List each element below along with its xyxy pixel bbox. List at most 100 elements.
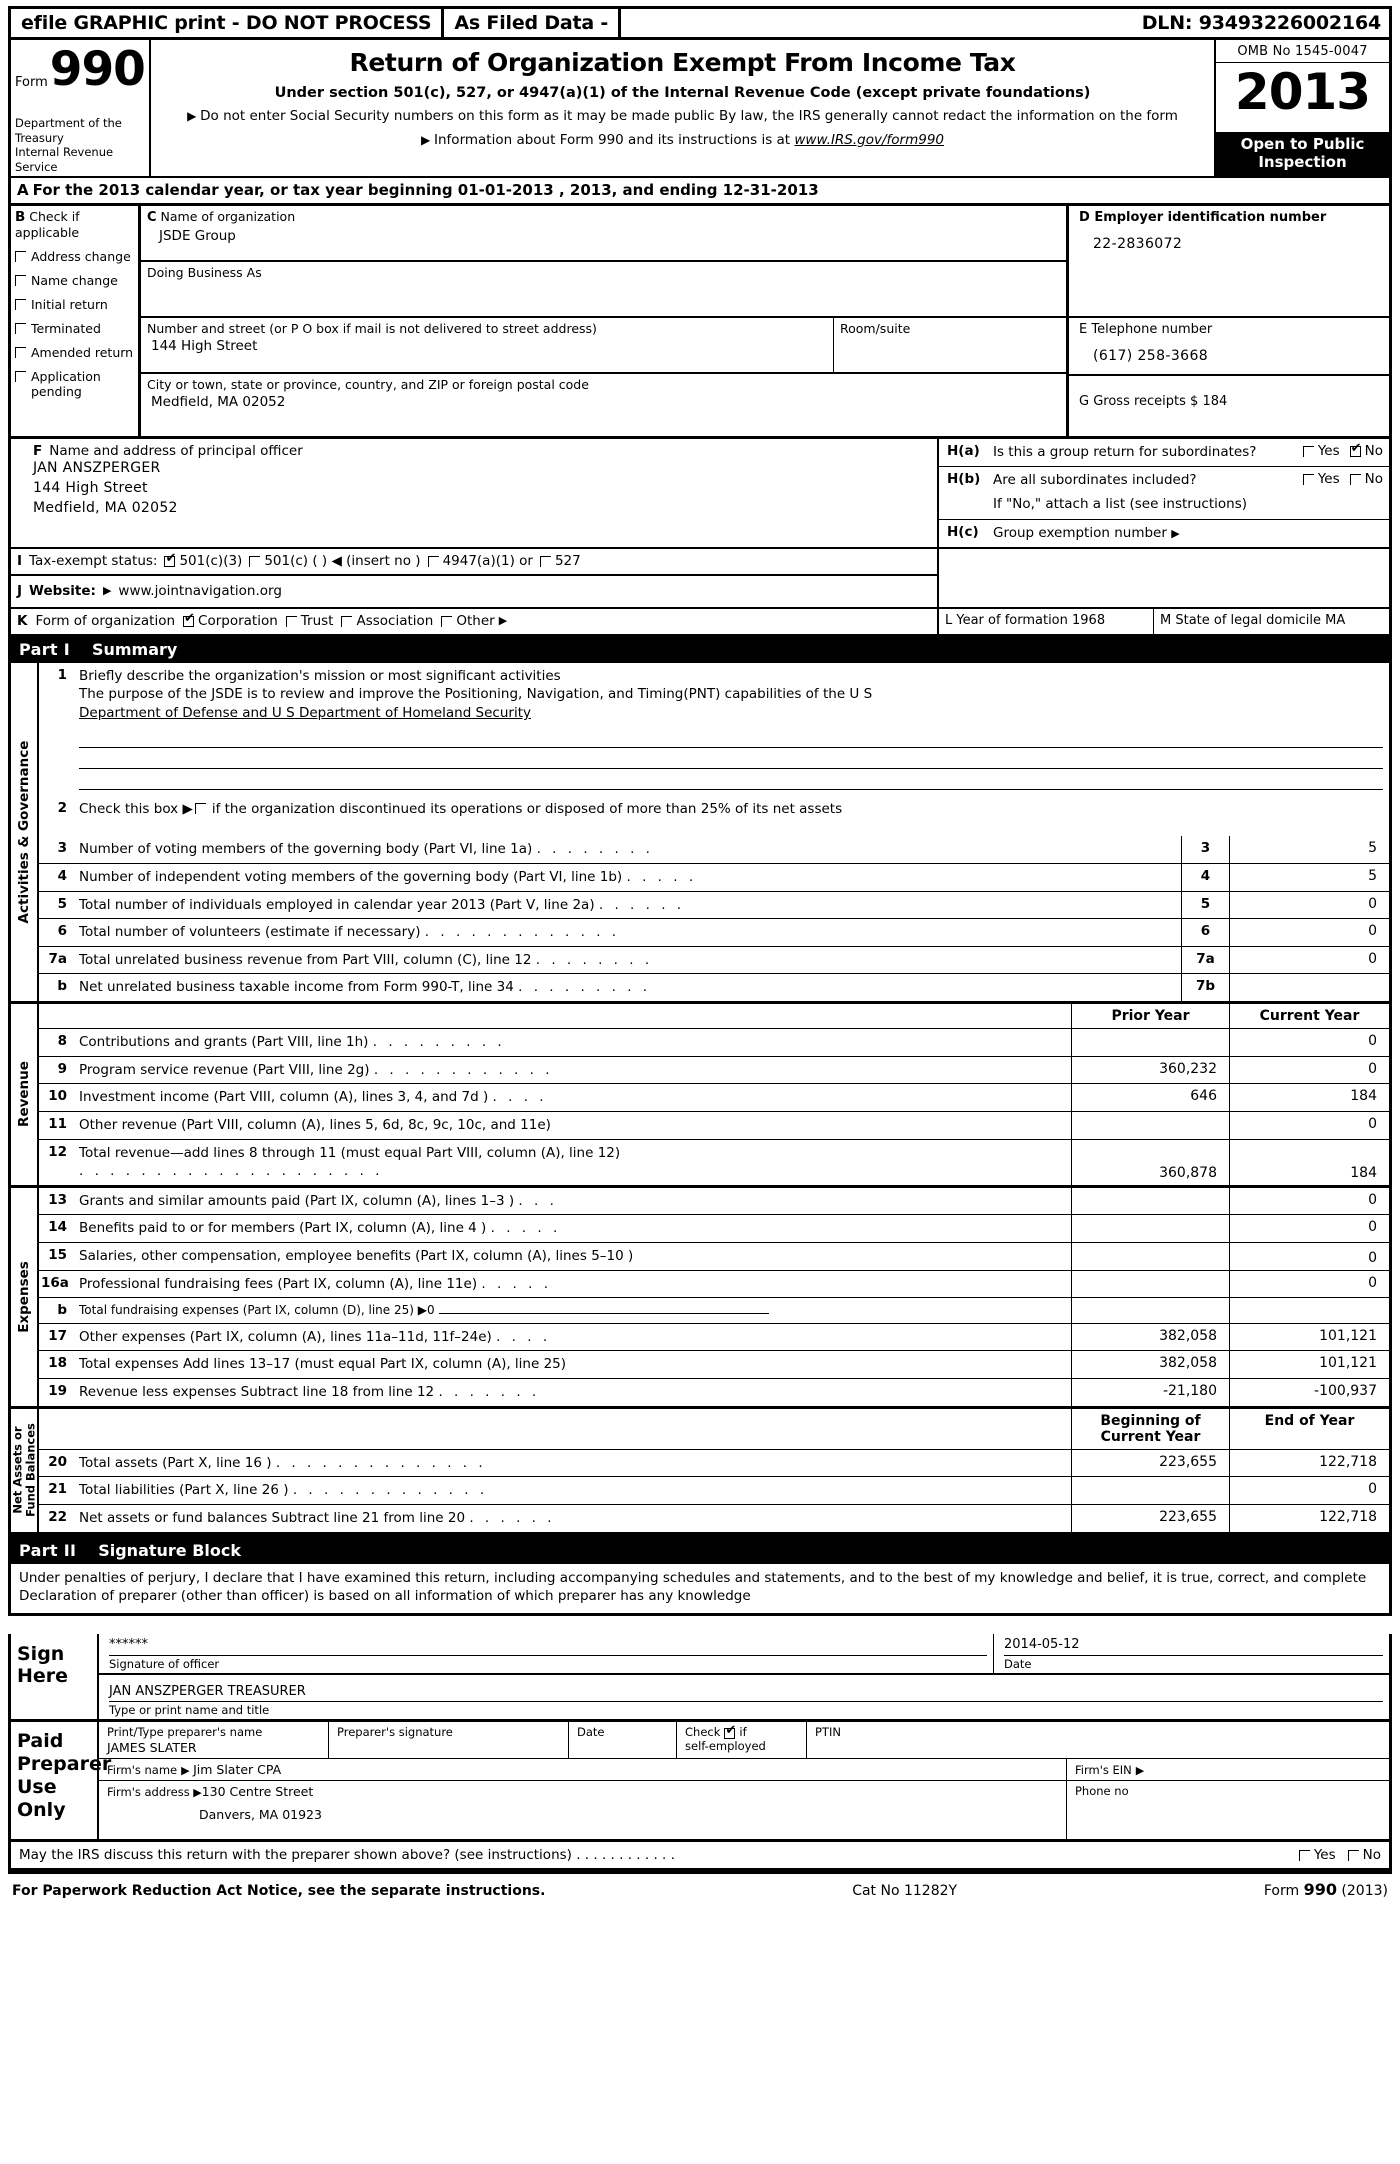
line-9-current[interactable]: 0 <box>1229 1056 1389 1084</box>
checkbox-icon[interactable] <box>341 616 353 628</box>
checkbox-checked-icon[interactable] <box>724 1724 736 1739</box>
checkbox-icon[interactable] <box>1347 1850 1359 1862</box>
line-10-prior[interactable]: 646 <box>1071 1084 1229 1111</box>
checkbox-application-pending[interactable]: Application pending <box>15 369 134 399</box>
line-3-value[interactable]: 5 <box>1229 836 1389 863</box>
status-option-501c[interactable]: 501(c) ( ) ◀ (insert no ) <box>249 553 421 569</box>
checkbox-icon[interactable] <box>15 298 26 310</box>
line-7a-value[interactable]: 0 <box>1229 946 1389 974</box>
website-value[interactable]: www.jointnavigation.org <box>118 583 282 599</box>
checkbox-icon[interactable] <box>1302 445 1314 457</box>
checkbox-address-change[interactable]: Address change <box>15 249 134 264</box>
line-16a-prior[interactable] <box>1071 1270 1229 1298</box>
checkbox-icon[interactable] <box>427 556 439 568</box>
org-form-trust[interactable]: Trust <box>285 613 333 629</box>
mission-value-line1[interactable]: The purpose of the JSDE is to review and… <box>79 685 1385 704</box>
line-16b-current[interactable] <box>1229 1298 1389 1323</box>
checkbox-icon[interactable] <box>15 274 26 286</box>
firm-name-value[interactable]: Jim Slater CPA <box>193 1761 281 1777</box>
line-8-prior[interactable] <box>1071 1029 1229 1056</box>
line-18-current[interactable]: 101,121 <box>1229 1351 1389 1379</box>
checkbox-name-change[interactable]: Name change <box>15 273 134 288</box>
checkbox-icon[interactable] <box>1302 474 1314 486</box>
line-6-value[interactable]: 0 <box>1229 919 1389 946</box>
line-7b-value[interactable] <box>1229 974 1389 1002</box>
checkbox-checked-icon[interactable] <box>164 552 176 568</box>
checkbox-icon[interactable] <box>249 556 261 568</box>
officer-street-value[interactable]: 144 High Street <box>33 479 931 499</box>
firm-address-value[interactable]: 130 Centre Street <box>202 1783 314 1799</box>
checkbox-checked-icon[interactable] <box>1349 442 1362 457</box>
line-8-current[interactable]: 0 <box>1229 1029 1389 1056</box>
city-value[interactable]: Medfield, MA 02052 <box>147 393 1060 411</box>
status-option-527[interactable]: 527 <box>539 553 581 569</box>
checkbox-icon[interactable] <box>194 802 206 814</box>
line-13-prior[interactable] <box>1071 1187 1229 1215</box>
mission-value-line2[interactable]: Department of Defense and U S Department… <box>79 704 1385 723</box>
ptin-value[interactable] <box>815 1739 1383 1754</box>
line-16b-prior[interactable] <box>1071 1298 1229 1323</box>
phone-value[interactable]: (617) 258-3668 <box>1079 339 1381 366</box>
line-9-prior[interactable]: 360,232 <box>1071 1056 1229 1084</box>
officer-name-title-value[interactable]: JAN ANSZPERGER TREASURER <box>109 1678 1383 1699</box>
street-value[interactable]: 144 High Street <box>147 337 827 355</box>
officer-name-value[interactable]: JAN ANSZPERGER <box>33 459 931 479</box>
line-12-current[interactable]: 184 <box>1229 1139 1389 1185</box>
checkbox-initial-return[interactable]: Initial return <box>15 297 134 312</box>
line-22-end[interactable]: 122,718 <box>1229 1504 1389 1532</box>
org-name-value[interactable]: JSDE Group <box>147 227 1060 245</box>
line-5-value[interactable]: 0 <box>1229 891 1389 919</box>
irs-discuss-yes[interactable]: Yes <box>1298 1847 1336 1863</box>
checkbox-icon[interactable] <box>15 370 26 382</box>
line-19-prior[interactable]: -21,180 <box>1071 1379 1229 1406</box>
line-18-prior[interactable]: 382,058 <box>1071 1351 1229 1379</box>
org-form-other[interactable]: Other ▶ <box>441 613 507 629</box>
line-15-prior[interactable] <box>1071 1243 1229 1270</box>
preparer-date-value[interactable] <box>577 1739 670 1754</box>
checkbox-icon[interactable] <box>539 556 551 568</box>
status-option-4947a1[interactable]: 4947(a)(1) or <box>427 553 533 569</box>
checkbox-icon[interactable] <box>15 250 26 262</box>
line-22-begin[interactable]: 223,655 <box>1071 1504 1229 1532</box>
checkbox-amended-return[interactable]: Amended return <box>15 345 134 360</box>
org-form-association[interactable]: Association <box>341 613 433 629</box>
checkbox-terminated[interactable]: Terminated <box>15 321 134 336</box>
officer-signature-value[interactable]: ****** <box>109 1637 987 1653</box>
firm-phone-value[interactable] <box>1075 1798 1383 1813</box>
checkbox-icon[interactable] <box>15 322 26 334</box>
preparer-name-value[interactable]: JAMES SLATER <box>107 1739 322 1755</box>
preparer-signature-value[interactable] <box>337 1739 562 1754</box>
checkbox-icon[interactable] <box>285 616 297 628</box>
line-15-current[interactable]: 0 <box>1229 1243 1389 1270</box>
checkbox-checked-icon[interactable] <box>183 612 195 628</box>
checkbox-icon[interactable] <box>1298 1850 1310 1862</box>
irs-discuss-no[interactable]: No <box>1347 1847 1381 1863</box>
line-4-value[interactable]: 5 <box>1229 863 1389 891</box>
line-14-current[interactable]: 0 <box>1229 1215 1389 1243</box>
line-16a-current[interactable]: 0 <box>1229 1270 1389 1298</box>
line-19-current[interactable]: -100,937 <box>1229 1379 1389 1406</box>
h-a-no-checkbox[interactable]: No <box>1349 442 1383 461</box>
h-b-yes-checkbox[interactable]: Yes <box>1302 471 1340 487</box>
line-10-current[interactable]: 184 <box>1229 1084 1389 1111</box>
status-option-501c3[interactable]: 501(c)(3) <box>164 552 242 569</box>
h-b-no-checkbox[interactable]: No <box>1349 471 1383 487</box>
h-a-yes-checkbox[interactable]: Yes <box>1302 443 1340 461</box>
line-20-end[interactable]: 122,718 <box>1229 1449 1389 1477</box>
line-21-begin[interactable] <box>1071 1477 1229 1504</box>
line-12-prior[interactable]: 360,878 <box>1071 1139 1229 1185</box>
org-form-corporation[interactable]: Corporation <box>183 612 278 629</box>
line-21-end[interactable]: 0 <box>1229 1477 1389 1504</box>
line-11-prior[interactable] <box>1071 1111 1229 1139</box>
line-20-begin[interactable]: 223,655 <box>1071 1449 1229 1477</box>
line-17-current[interactable]: 101,121 <box>1229 1323 1389 1351</box>
line-17-prior[interactable]: 382,058 <box>1071 1323 1229 1351</box>
ein-value[interactable]: 22-2836072 <box>1079 227 1381 254</box>
checkbox-icon[interactable] <box>441 616 453 628</box>
officer-city-value[interactable]: Medfield, MA 02052 <box>33 499 931 519</box>
line-11-current[interactable]: 0 <box>1229 1111 1389 1139</box>
line-14-prior[interactable] <box>1071 1215 1229 1243</box>
checkbox-icon[interactable] <box>1349 474 1361 486</box>
checkbox-icon[interactable] <box>15 346 26 358</box>
irs-form990-link[interactable]: www.IRS.gov/form990 <box>794 132 944 148</box>
